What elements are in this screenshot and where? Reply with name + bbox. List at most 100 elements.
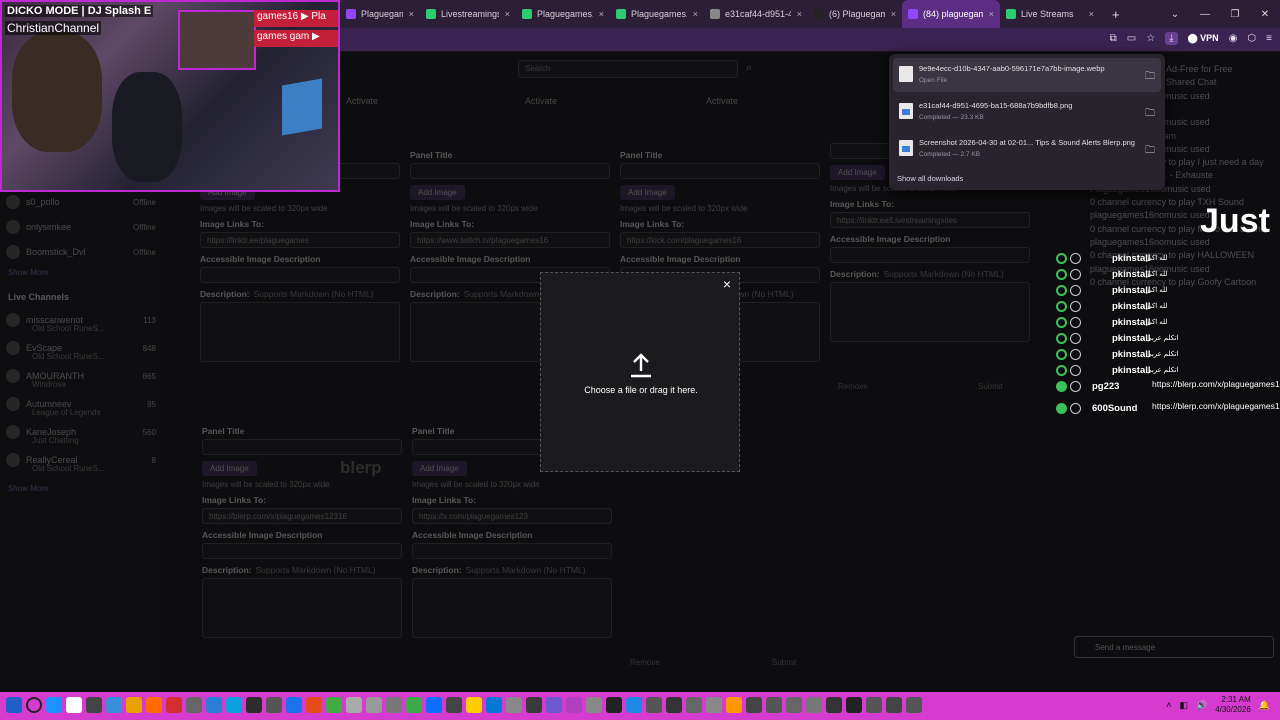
search-input[interactable]: Search (518, 60, 738, 78)
folder-icon[interactable]: 🗀 (1145, 106, 1155, 123)
taskbar-app-icon[interactable] (586, 697, 602, 713)
reader-icon[interactable]: ▭ (1127, 33, 1136, 44)
taskbar-app-icon[interactable] (126, 697, 142, 713)
image-link-input[interactable]: https://kick.com/plaguegames16 (620, 232, 820, 248)
add-image-button[interactable]: Add Image (202, 461, 257, 476)
account-icon[interactable]: ◉ (1229, 33, 1238, 44)
tab-close-icon[interactable]: × (891, 9, 896, 19)
search-icon[interactable]: ⌕ (746, 62, 752, 75)
taskbar-app-icon[interactable] (386, 697, 402, 713)
taskbar-app-icon[interactable] (406, 697, 422, 713)
new-tab-button[interactable]: + (1112, 7, 1120, 22)
tab-close-icon[interactable]: × (505, 9, 510, 19)
tab-4[interactable]: Plaguegames16 St × (610, 0, 704, 28)
live-channel-item[interactable]: misscanwenot Old School RuneS... 113 (6, 310, 156, 333)
taskbar-app-icon[interactable] (886, 697, 902, 713)
taskbar-app-icon[interactable] (326, 697, 342, 713)
tab-1[interactable]: Plaguegames16 - × (340, 0, 420, 28)
tab-close-icon[interactable]: × (599, 9, 604, 19)
image-link-input[interactable]: https://linktr.ee/plaguegames (200, 232, 400, 248)
extensions-icon[interactable]: ⬡ (1247, 33, 1256, 44)
submit-button-2[interactable]: Submit (772, 658, 797, 667)
taskbar-app-icon[interactable] (546, 697, 562, 713)
upload-modal[interactable]: × Choose a file or drag it here. (540, 272, 740, 472)
tab-close-icon[interactable]: × (797, 9, 802, 19)
tab-dropdown-button[interactable]: ⌄ (1160, 9, 1190, 20)
show-all-downloads-link[interactable]: Show all downloads (897, 174, 963, 183)
tab-5[interactable]: e31caf44-d951-4695- × (704, 0, 808, 28)
show-more-link[interactable]: Show More (8, 268, 48, 277)
taskbar-app-icon[interactable] (666, 697, 682, 713)
activate-button-2[interactable]: Activate (525, 96, 557, 106)
taskbar-app-icon[interactable] (906, 697, 922, 713)
bookmark-star-icon[interactable]: ☆ (1146, 33, 1155, 44)
submit-button[interactable]: Submit (978, 382, 1003, 391)
taskbar-app-icon[interactable] (806, 697, 822, 713)
taskbar-app-icon[interactable] (186, 697, 202, 713)
live-channel-item[interactable]: KaneJoseph Just Chatting 560 (6, 422, 156, 445)
maximize-button[interactable]: ❐ (1220, 9, 1250, 20)
menu-icon[interactable]: ≡ (1266, 33, 1272, 44)
taskbar-app-icon[interactable] (786, 697, 802, 713)
live-channel-item[interactable]: EvScape Old School RuneS... 848 (6, 338, 156, 361)
panel-title-input[interactable] (202, 439, 402, 455)
taskbar-app-icon[interactable] (366, 697, 382, 713)
taskbar-app-icon[interactable] (446, 697, 462, 713)
tab-close-icon[interactable]: × (1089, 9, 1094, 19)
sidebar-user[interactable]: Boomstick_Dvl Offline (6, 242, 156, 262)
screenshot-icon[interactable]: ⧉ (1110, 33, 1117, 44)
taskbar-app-icon[interactable] (506, 697, 522, 713)
taskbar-app-icon[interactable] (66, 697, 82, 713)
download-item[interactable]: e31caf44-d951-4695-ba15-688a7b9bdfb8.png… (893, 95, 1161, 129)
description-textarea[interactable] (200, 302, 400, 362)
taskbar-app-icon[interactable] (746, 697, 762, 713)
volume-icon[interactable]: 🔊 (1196, 700, 1207, 711)
tab-2[interactable]: Livestreamingsites × (420, 0, 516, 28)
taskbar-app-icon[interactable] (846, 697, 862, 713)
windows-start-icon[interactable] (6, 697, 22, 713)
activate-button-3[interactable]: Activate (706, 96, 738, 106)
taskbar-app-icon[interactable] (426, 697, 442, 713)
taskbar-app-icon[interactable] (306, 697, 322, 713)
taskbar-app-icon[interactable] (286, 697, 302, 713)
tray-chevron-icon[interactable]: ˄ (1166, 700, 1171, 710)
folder-icon[interactable]: 🗀 (1145, 143, 1155, 160)
add-image-button[interactable]: Add Image (410, 185, 465, 200)
tab-close-icon[interactable]: × (409, 9, 414, 19)
add-image-button[interactable]: Add Image (620, 185, 675, 200)
taskbar-app-icon[interactable] (566, 697, 582, 713)
taskbar-app-icon[interactable] (226, 697, 242, 713)
taskbar-app-icon[interactable] (706, 697, 722, 713)
accessible-description-input[interactable] (200, 267, 400, 283)
description-textarea[interactable] (830, 282, 1030, 342)
vpn-button[interactable]: ⬤ VPN (1188, 33, 1219, 44)
close-icon[interactable]: × (723, 276, 731, 292)
taskbar-app-icon[interactable] (526, 697, 542, 713)
notification-bell-icon[interactable]: 🔔 (1259, 700, 1270, 711)
taskbar-app-icon[interactable] (466, 697, 482, 713)
add-image-button[interactable]: Add Image (830, 165, 885, 180)
taskbar-app-icon[interactable] (106, 697, 122, 713)
image-link-input[interactable]: https://linktr.ee/Livestreamingsites (830, 212, 1030, 228)
taskbar-app-icon[interactable] (486, 697, 502, 713)
taskbar-app-icon[interactable] (246, 697, 262, 713)
chat-input[interactable]: Send a message (1074, 636, 1274, 658)
accessible-description-input[interactable] (202, 543, 402, 559)
search-icon[interactable] (26, 697, 42, 713)
add-image-button[interactable]: Add Image (412, 461, 467, 476)
download-item[interactable]: Screenshot 2026-04-30 at 02-01... Tips &… (893, 132, 1161, 166)
tab-close-icon[interactable]: × (693, 9, 698, 19)
taskbar-app-icon[interactable] (826, 697, 842, 713)
image-link-input[interactable]: https://x.com/plaguegames123 (412, 508, 612, 524)
remove-button-2[interactable]: Remove (630, 658, 660, 667)
tab-3[interactable]: Plaguegames16no × (516, 0, 610, 28)
image-link-input[interactable]: https://blerp.com/x/plaguegames12316 (202, 508, 402, 524)
taskbar-app-icon[interactable] (266, 697, 282, 713)
taskbar-app-icon[interactable] (646, 697, 662, 713)
description-textarea[interactable] (412, 578, 612, 638)
taskbar-app-icon[interactable] (46, 697, 62, 713)
taskbar-app-icon[interactable] (726, 697, 742, 713)
taskbar-app-icon[interactable] (146, 697, 162, 713)
taskbar-app-icon[interactable] (766, 697, 782, 713)
accessible-description-input[interactable] (412, 543, 612, 559)
